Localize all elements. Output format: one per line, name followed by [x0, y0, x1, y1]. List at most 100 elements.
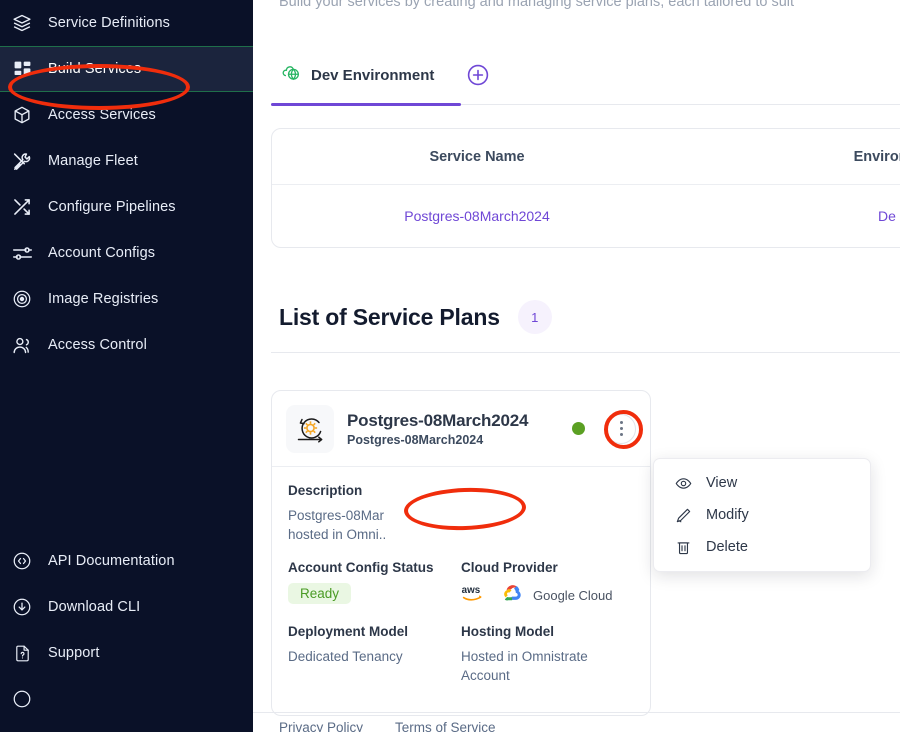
disc-icon: [10, 287, 34, 311]
sidebar-item-label: Download CLI: [48, 599, 141, 615]
tools-icon: [10, 149, 34, 173]
sidebar-item-label: Access Services: [48, 107, 156, 123]
column-header-environment: Environm: [853, 148, 900, 165]
menu-item-view[interactable]: View: [654, 467, 870, 499]
sidebar-primary-nav: Service Definitions Build Services Acces…: [0, 0, 253, 368]
field-value: Dedicated Tenancy: [288, 649, 403, 664]
users-icon: [10, 333, 34, 357]
service-plans-heading: List of Service Plans 1: [279, 300, 552, 334]
sidebar-item-label: Manage Fleet: [48, 153, 138, 169]
page-title: List of Service Plans: [279, 303, 500, 330]
footer-link-terms-of-service[interactable]: Terms of Service: [395, 720, 496, 732]
sidebar-item-label: Build Services: [48, 61, 142, 77]
table-row[interactable]: Postgres-08March2024 De: [272, 185, 900, 247]
sidebar-item-label: Service Definitions: [48, 15, 170, 31]
status-badge: Ready: [288, 583, 352, 604]
cell-environment[interactable]: De: [682, 208, 900, 224]
field-hosting-model: Hosting Model Hosted in Omnistrate Accou…: [461, 624, 634, 685]
svg-text:aws: aws: [462, 585, 481, 596]
field-account-config-status: Account Config Status Ready: [288, 560, 461, 608]
eye-icon: [674, 474, 692, 492]
services-table: Service Name Environm Postgres-08March20…: [271, 128, 900, 248]
field-label: Hosting Model: [461, 624, 554, 639]
cloud-provider-logos: aws Google Cloud: [461, 583, 634, 608]
plus-circle-icon[interactable]: [466, 63, 490, 87]
sidebar-item-access-control[interactable]: Access Control: [0, 322, 253, 368]
sidebar-secondary-nav: API Documentation Download CLI Support: [0, 538, 253, 722]
description-line-1: Postgres-08Mar: [288, 508, 385, 523]
sidebar-item-label: Access Control: [48, 337, 147, 353]
field-description: Description Postgres-08Mar hosted in Omn…: [288, 483, 634, 544]
menu-item-modify[interactable]: Modify: [654, 499, 870, 531]
sidebar-item-label: Support: [48, 645, 100, 661]
sidebar-item-image-registries[interactable]: Image Registries: [0, 276, 253, 322]
context-menu: View Modify Delete: [653, 458, 871, 572]
field-value: Hosted in Omnistrate Account: [461, 649, 588, 683]
field-value: Postgres-08Mar hosted in Omni..: [288, 506, 634, 544]
sidebar-item-manage-fleet[interactable]: Manage Fleet: [0, 138, 253, 184]
field-label: Description: [288, 483, 363, 498]
aws-logo-icon: aws: [461, 583, 495, 608]
sidebar-item-label: Configure Pipelines: [48, 199, 176, 215]
column-header-service-name: Service Name: [429, 148, 525, 165]
sidebar-item-service-definitions[interactable]: Service Definitions: [0, 0, 253, 46]
sidebar-item-label: API Documentation: [48, 553, 175, 569]
google-cloud-logo-icon: [504, 584, 524, 607]
footer-divider: [253, 712, 900, 713]
google-cloud-label: Google Cloud: [533, 588, 613, 603]
app-root: Service Definitions Build Services Acces…: [0, 0, 900, 732]
tab-dev-environment[interactable]: Dev Environment: [271, 56, 444, 102]
sidebar-item-configure-pipelines[interactable]: Configure Pipelines: [0, 184, 253, 230]
shuffle-icon: [10, 195, 34, 219]
field-label: Cloud Provider: [461, 560, 558, 575]
field-deployment-model: Deployment Model Dedicated Tenancy: [288, 624, 461, 685]
circle-icon: [10, 687, 34, 711]
service-plans-count-badge: 1: [517, 300, 552, 334]
grid-dashboard-icon: [10, 57, 34, 81]
field-row-models: Deployment Model Dedicated Tenancy Hosti…: [288, 624, 634, 685]
service-plan-card-body: Description Postgres-08Mar hosted in Omn…: [272, 467, 650, 715]
menu-item-label: Delete: [706, 539, 748, 555]
service-plan-card-header: Postgres-08March2024 Postgres-08March202…: [272, 391, 650, 467]
menu-item-label: View: [706, 475, 738, 491]
field-cloud-provider: Cloud Provider aws Google Cloud: [461, 560, 634, 608]
sidebar-item-access-services[interactable]: Access Services: [0, 92, 253, 138]
environment-tabbar: Dev Environment: [271, 56, 900, 102]
footer: Privacy Policy Terms of Service: [279, 720, 496, 732]
sidebar-item-download-cli[interactable]: Download CLI: [0, 584, 253, 630]
section-divider: [271, 352, 900, 353]
menu-item-delete[interactable]: Delete: [654, 531, 870, 563]
service-plan-card[interactable]: Postgres-08March2024 Postgres-08March202…: [271, 390, 651, 716]
sidebar-item-api-documentation[interactable]: API Documentation: [0, 538, 253, 584]
download-circle-icon: [10, 595, 34, 619]
main-content: Build your services by creating and mana…: [253, 0, 900, 732]
footer-link-privacy-policy[interactable]: Privacy Policy: [279, 720, 363, 732]
field-label: Deployment Model: [288, 624, 409, 639]
green-status-dot: [572, 422, 585, 435]
devops-cycle-gear-icon: [286, 404, 334, 453]
table-header-row: Service Name Environm: [272, 129, 900, 185]
cloud-globe-icon: [281, 62, 302, 88]
tab-label: Dev Environment: [311, 66, 435, 84]
layers-icon: [10, 11, 34, 35]
sidebar-item-account-configs[interactable]: Account Configs: [0, 230, 253, 276]
sidebar-item-label: Image Registries: [48, 291, 159, 307]
sidebar-item-support[interactable]: Support: [0, 630, 253, 676]
pencil-icon: [674, 506, 692, 524]
cell-service-name[interactable]: Postgres-08March2024: [272, 208, 682, 224]
menu-item-label: Modify: [706, 507, 749, 523]
file-question-icon: [10, 641, 34, 665]
code-circle-icon: [10, 549, 34, 573]
kebab-menu-icon[interactable]: [606, 413, 636, 444]
trash-icon: [674, 538, 692, 556]
tab-active-indicator: [271, 103, 461, 106]
description-line-2: hosted in Omni..: [288, 527, 387, 542]
cube-icon: [10, 103, 34, 127]
field-label: Account Config Status: [288, 560, 434, 575]
sidebar-item-extra[interactable]: [0, 676, 253, 722]
service-plan-subtitle: Postgres-08March2024: [347, 432, 484, 447]
field-row-status-cloud: Account Config Status Ready Cloud Provid…: [288, 560, 634, 608]
page-subtitle: Build your services by creating and mana…: [279, 0, 795, 10]
sidebar-item-build-services[interactable]: Build Services: [0, 46, 253, 92]
